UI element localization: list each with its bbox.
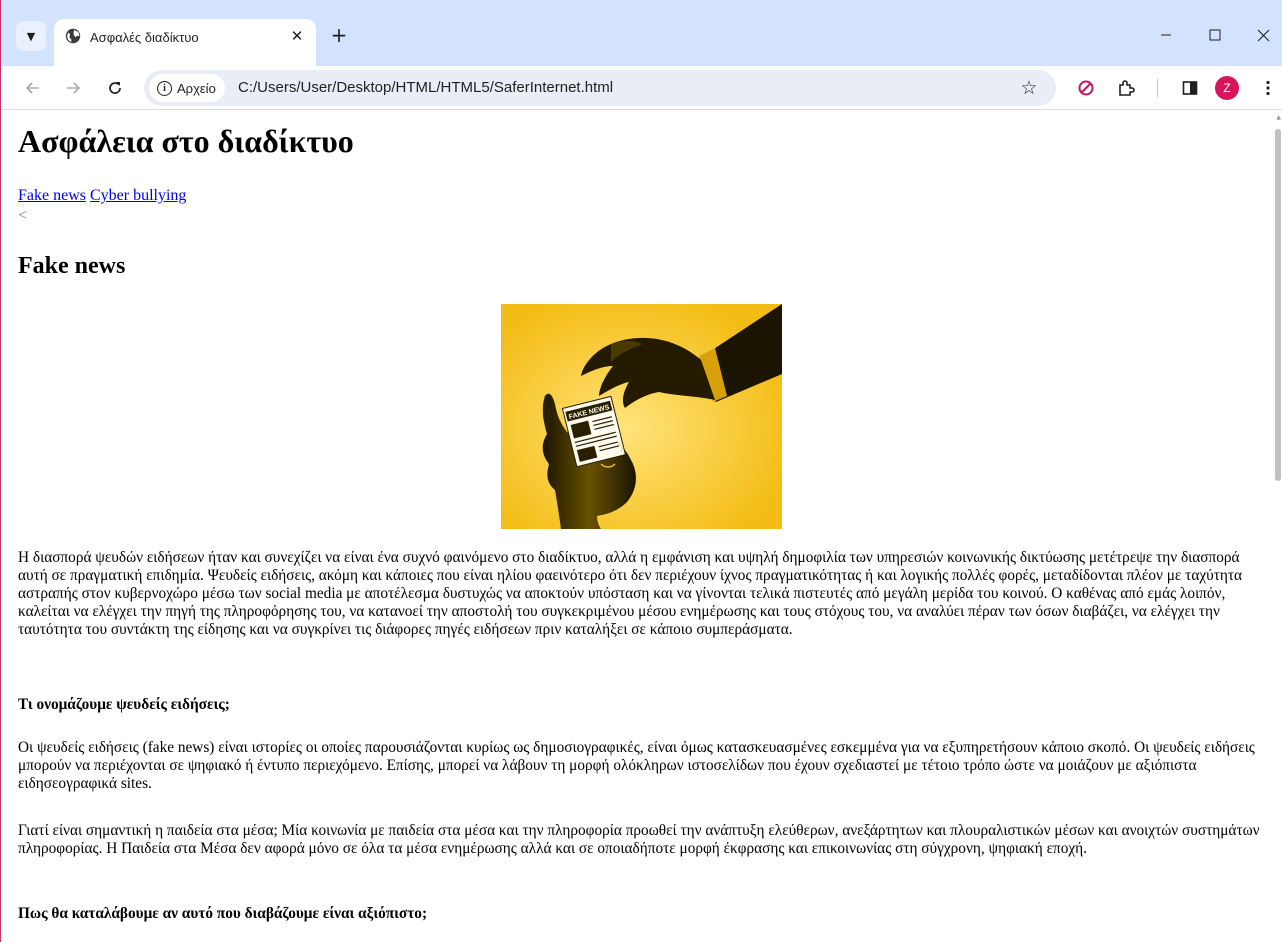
minimize-icon[interactable]	[1143, 20, 1189, 50]
site-info-chip[interactable]: i Αρχείο	[149, 74, 225, 102]
reload-icon[interactable]	[99, 72, 131, 104]
more-menu-icon[interactable]	[1252, 72, 1282, 104]
nav-links: Fake news Cyber bullying	[18, 187, 186, 205]
tab-title: Ασφαλές διαδίκτυο	[90, 30, 199, 45]
side-panel-icon[interactable]	[1174, 72, 1206, 104]
browser-toolbar: i Αρχείο C:/Users/User/Desktop/HTML/HTML…	[0, 66, 1282, 110]
section-heading: Fake news	[18, 253, 126, 279]
tab-search-chevron-down-icon[interactable]: ▼	[16, 21, 46, 51]
address-bar[interactable]: i Αρχείο C:/Users/User/Desktop/HTML/HTML…	[144, 70, 1056, 106]
scroll-up-arrow-icon[interactable]: ▲	[1276, 114, 1281, 121]
subheading-definition: Τι ονομάζουμε ψευδείς ειδήσεις;	[18, 696, 1266, 714]
close-window-icon[interactable]	[1240, 20, 1282, 50]
info-icon: i	[157, 80, 172, 96]
link-cyber-bullying[interactable]: Cyber bullying	[90, 187, 186, 204]
subheading-reliability-text: Πως θα καταλάβουμε αν αυτό που διαβάζουμ…	[18, 905, 428, 922]
url-text[interactable]: C:/Users/User/Desktop/HTML/HTML5/SaferIn…	[238, 79, 613, 96]
scrollbar-thumb[interactable]	[1275, 129, 1281, 481]
media-literacy-paragraph: Γιατί είναι σημαντική η παιδεία στα μέσα…	[18, 822, 1260, 857]
window-border	[0, 0, 1, 942]
extensions-puzzle-icon[interactable]	[1110, 72, 1142, 104]
tab-active[interactable]: Ασφαλές διαδίκτυο ✕	[54, 19, 316, 66]
new-tab-plus-icon[interactable]: +	[326, 22, 352, 48]
bookmark-star-icon[interactable]: ☆	[1017, 76, 1041, 100]
definition-paragraph: Οι ψευδείς ειδήσεις (fake news) είναι ισ…	[18, 739, 1255, 792]
subheading-reliability: Πως θα καταλάβουμε αν αυτό που διαβάζουμ…	[18, 905, 1266, 923]
forward-arrow-icon[interactable]	[57, 72, 89, 104]
globe-icon	[65, 28, 81, 44]
site-info-label: Αρχείο	[177, 80, 216, 96]
fake-news-illustration: FAKE NEWS	[501, 304, 782, 529]
tab-close-icon[interactable]: ✕	[286, 25, 308, 47]
toolbar-divider	[1157, 79, 1158, 97]
subheading-definition-text: Τι ονομάζουμε ψευδείς ειδήσεις;	[18, 696, 230, 713]
block-extension-icon[interactable]	[1070, 72, 1102, 104]
scrollbar[interactable]: ▲	[1274, 111, 1282, 942]
page-viewport: Ασφάλεια στο διαδίκτυο Fake news Cyber b…	[0, 111, 1282, 942]
link-fake-news[interactable]: Fake news	[18, 187, 86, 204]
maximize-icon[interactable]	[1192, 20, 1238, 50]
intro-paragraph: Η διασπορά ψευδών ειδήσεων ήταν και συνε…	[18, 549, 1243, 638]
tab-strip: ▼ Ασφαλές διαδίκτυο ✕ +	[0, 0, 1282, 66]
page-title: Ασφάλεια στο διαδίκτυο	[18, 123, 354, 159]
fake-news-illustration-art: FAKE NEWS	[501, 304, 782, 529]
back-arrow-icon[interactable]	[17, 72, 49, 104]
stray-text: <	[18, 207, 28, 224]
profile-avatar[interactable]: Z	[1215, 76, 1239, 100]
